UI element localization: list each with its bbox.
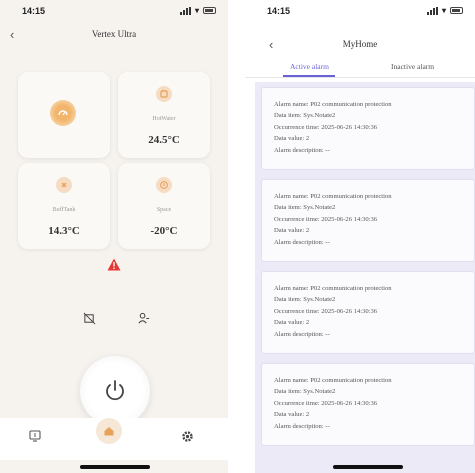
alarm-description: Alarm description: -- (274, 238, 330, 246)
alarm-time: Occurrence time: 2025-06-26 14:30:36 (274, 215, 378, 223)
alarm-card[interactable]: Alarm name: P02 communication protection… (261, 363, 475, 446)
bufftank-tile[interactable]: BuffTank 14.3°C (18, 163, 110, 249)
home-indicator (80, 465, 150, 469)
alarm-list[interactable]: Alarm name: P02 communication protection… (255, 82, 475, 473)
signal-icon (179, 6, 191, 15)
alarm-screen: 14:15 ▾ ‹ MyHome Active alarm Inactive a… (245, 0, 475, 473)
alarm-description: Alarm description: -- (274, 330, 330, 338)
alarm-time: Occurrence time: 2025-06-26 14:30:36 (274, 399, 378, 407)
alarm-tabs: Active alarm Inactive alarm (245, 56, 475, 78)
alarm-value: Data value: 2 (274, 411, 310, 419)
hotwater-tile[interactable]: HotWater 24.5°C (118, 72, 210, 158)
nav-bar: ‹ MyHome (245, 36, 475, 54)
alarm-value: Data value: 2 (274, 319, 310, 327)
water-heater-icon (156, 86, 172, 102)
warning-icon[interactable] (107, 258, 121, 271)
user-mode-icon (137, 312, 149, 323)
mode-tile[interactable] (18, 72, 110, 158)
buffer-tank-icon (56, 177, 72, 193)
device-icon (29, 430, 41, 442)
alarm-data-item: Data item: Sys.Notate2 (274, 388, 336, 396)
nav-bar: ‹ Vertex Ultra (0, 26, 228, 44)
status-time: 14:15 (267, 6, 291, 16)
hotwater-label: HotWater (152, 116, 176, 122)
hotwater-value: 24.5°C (148, 134, 180, 146)
tab-home[interactable] (96, 418, 122, 444)
user-mode-button[interactable] (130, 305, 156, 331)
schedule-off-icon (83, 312, 95, 324)
tab-settings[interactable] (178, 427, 196, 445)
active-tab-indicator (283, 75, 335, 77)
alarm-time: Occurrence time: 2025-06-26 14:30:36 (274, 307, 378, 315)
wifi-icon: ▾ (441, 6, 446, 15)
tab-device[interactable] (26, 427, 44, 445)
power-icon (106, 380, 124, 401)
thermometer-icon (156, 177, 172, 193)
status-time: 14:15 (22, 6, 46, 16)
alarm-name: Alarm name: P02 communication protection (274, 193, 392, 200)
alarm-description: Alarm description: -- (274, 422, 330, 430)
alarm-data-item: Data item: Sys.Notate2 (274, 112, 336, 120)
tab-active-alarm[interactable]: Active alarm (290, 62, 329, 71)
alarm-value: Data value: 2 (274, 227, 310, 235)
alarm-time: Occurrence time: 2025-06-26 14:30:36 (274, 123, 378, 131)
schedule-off-button[interactable] (76, 305, 102, 331)
page-title: Vertex Ultra (91, 29, 137, 39)
gear-icon (181, 430, 193, 442)
alarm-data-item: Data item: Sys.Notate2 (274, 204, 336, 212)
bufftank-label: BuffTank (52, 207, 76, 213)
battery-icon (450, 7, 463, 14)
alarm-card[interactable]: Alarm name: P02 communication protection… (261, 271, 475, 354)
tab-inactive-alarm[interactable]: Inactive alarm (391, 62, 434, 71)
alarm-name: Alarm name: P02 communication protection (274, 101, 392, 108)
alarm-description: Alarm description: -- (274, 146, 330, 154)
home-indicator (333, 465, 403, 469)
alarm-card[interactable]: Alarm name: P02 communication protection… (261, 87, 475, 170)
space-tile[interactable]: Space -20°C (118, 163, 210, 249)
space-label: Space (156, 207, 172, 213)
home-icon (104, 427, 114, 436)
bufftank-value: 14.3°C (48, 225, 80, 237)
page-title: MyHome (342, 39, 378, 49)
alarm-value: Data value: 2 (274, 135, 310, 143)
alarm-name: Alarm name: P02 communication protection (274, 377, 392, 384)
status-bar: 14:15 ▾ (245, 6, 475, 20)
space-value: -20°C (150, 225, 178, 237)
signal-icon (426, 6, 438, 15)
gauge-icon (50, 100, 76, 126)
bottom-tab-bar (0, 418, 228, 460)
status-bar: 14:15 ▾ (0, 6, 228, 20)
power-button[interactable] (80, 356, 150, 426)
battery-icon (203, 7, 216, 14)
device-screen: 14:15 ▾ ‹ Vertex Ultra HotWater 24.5°C B… (0, 0, 228, 473)
alarm-name: Alarm name: P02 communication protection (274, 285, 392, 292)
alarm-data-item: Data item: Sys.Notate2 (274, 296, 336, 304)
alarm-card[interactable]: Alarm name: P02 communication protection… (261, 179, 475, 262)
wifi-icon: ▾ (194, 6, 199, 15)
